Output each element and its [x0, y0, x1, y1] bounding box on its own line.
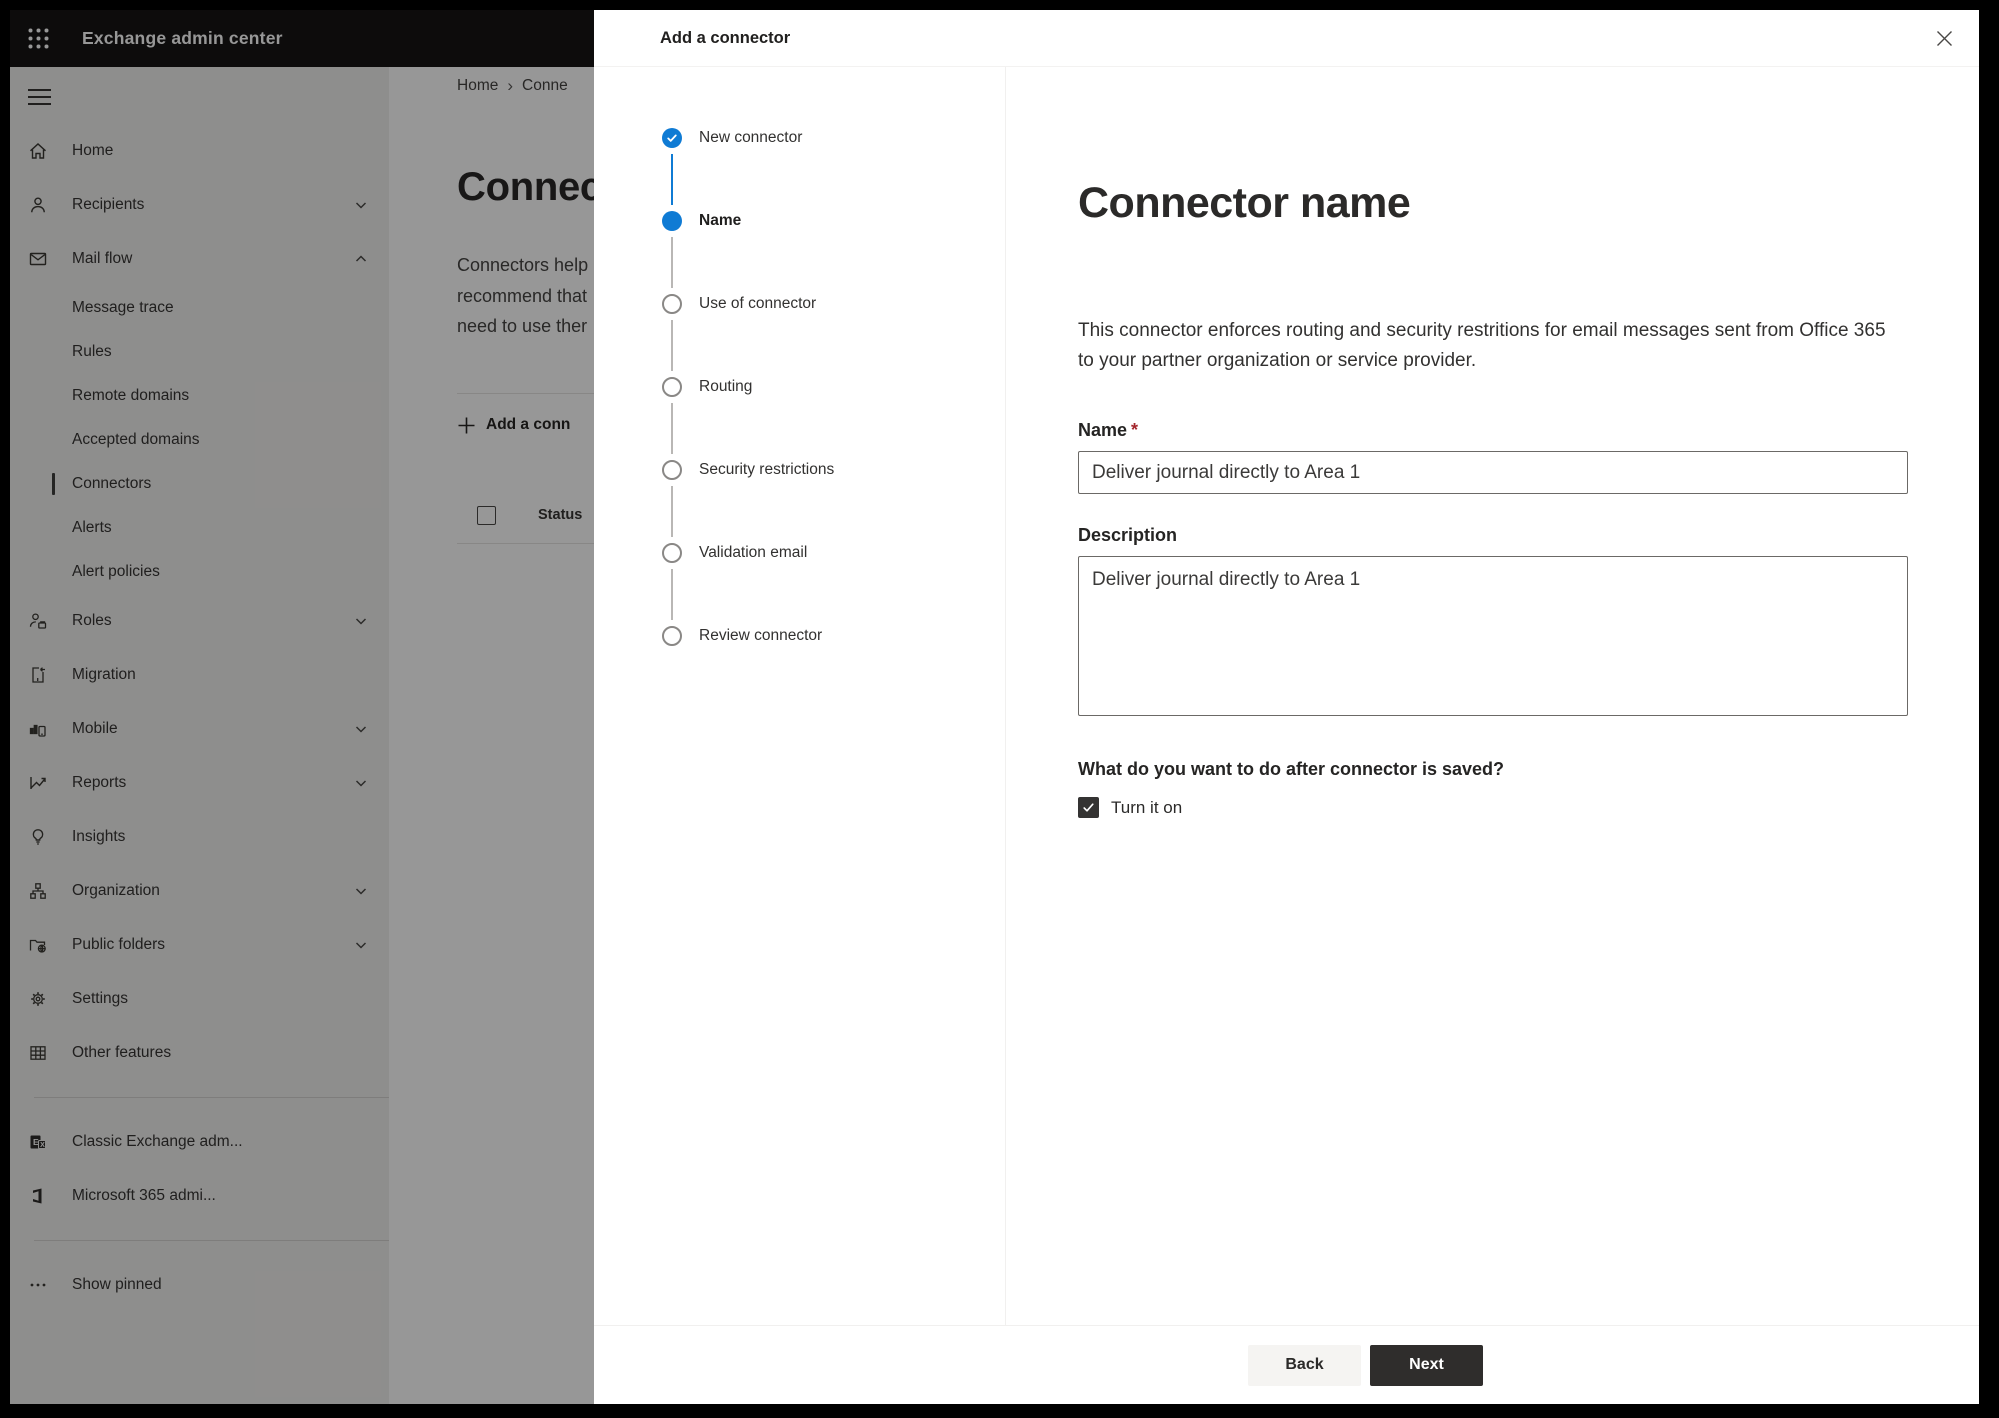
turn-it-on-checkbox-row[interactable]: Turn it on [1078, 797, 1979, 818]
step-connector-line [671, 403, 673, 454]
wizard-step-review-connector[interactable]: Review connector [662, 626, 1005, 646]
step-todo-icon [662, 543, 682, 563]
step-connector-line [671, 486, 673, 537]
wizard-content: Connector name This connector enforces r… [1006, 67, 1979, 1325]
step-connector-line [671, 569, 673, 620]
wizard-page-description: This connector enforces routing and secu… [1078, 320, 1886, 371]
next-button[interactable]: Next [1370, 1344, 1483, 1386]
wizard-page-heading: Connector name [1078, 179, 1411, 227]
step-todo-icon [662, 294, 682, 314]
step-connector-line [671, 320, 673, 371]
wizard-step-name[interactable]: Name [662, 211, 1005, 288]
modal-dim-overlay [10, 10, 594, 1404]
connector-description-textarea[interactable]: Deliver journal directly to Area 1 [1078, 556, 1908, 716]
add-connector-dialog: Add a connector New connector Name Use o… [594, 10, 1979, 1404]
wizard-step-use-of-connector[interactable]: Use of connector [662, 294, 1005, 371]
checkbox-checked-icon[interactable] [1078, 797, 1099, 818]
wizard-step-security-restrictions[interactable]: Security restrictions [662, 460, 1005, 537]
step-todo-icon [662, 626, 682, 646]
back-button[interactable]: Back [1248, 1344, 1361, 1386]
turn-it-on-label: Turn it on [1111, 797, 1183, 817]
dialog-title: Add a connector [660, 29, 791, 47]
step-done-icon [662, 128, 682, 148]
required-asterisk: * [1131, 420, 1139, 440]
step-current-icon [662, 211, 682, 231]
after-save-question: What do you want to do after connector i… [1078, 759, 1505, 779]
step-connector-line [671, 154, 673, 205]
step-todo-icon [662, 460, 682, 480]
description-field-label: Description [1078, 525, 1178, 545]
dialog-footer: Back Next [594, 1325, 1979, 1404]
wizard-step-routing[interactable]: Routing [662, 377, 1005, 454]
name-field-label: Name * [1078, 420, 1139, 440]
wizard-step-validation-email[interactable]: Validation email [662, 543, 1005, 620]
close-icon[interactable] [1934, 28, 1955, 49]
exchange-admin-center-app: Exchange admin center Home Recipients Ma… [10, 10, 1979, 1404]
step-connector-line [671, 237, 673, 288]
connector-name-input[interactable] [1078, 451, 1908, 494]
wizard-steps: New connector Name Use of connector Rout… [594, 67, 1006, 1325]
wizard-step-new-connector[interactable]: New connector [662, 128, 1005, 205]
dialog-header: Add a connector [594, 10, 1979, 67]
step-todo-icon [662, 377, 682, 397]
